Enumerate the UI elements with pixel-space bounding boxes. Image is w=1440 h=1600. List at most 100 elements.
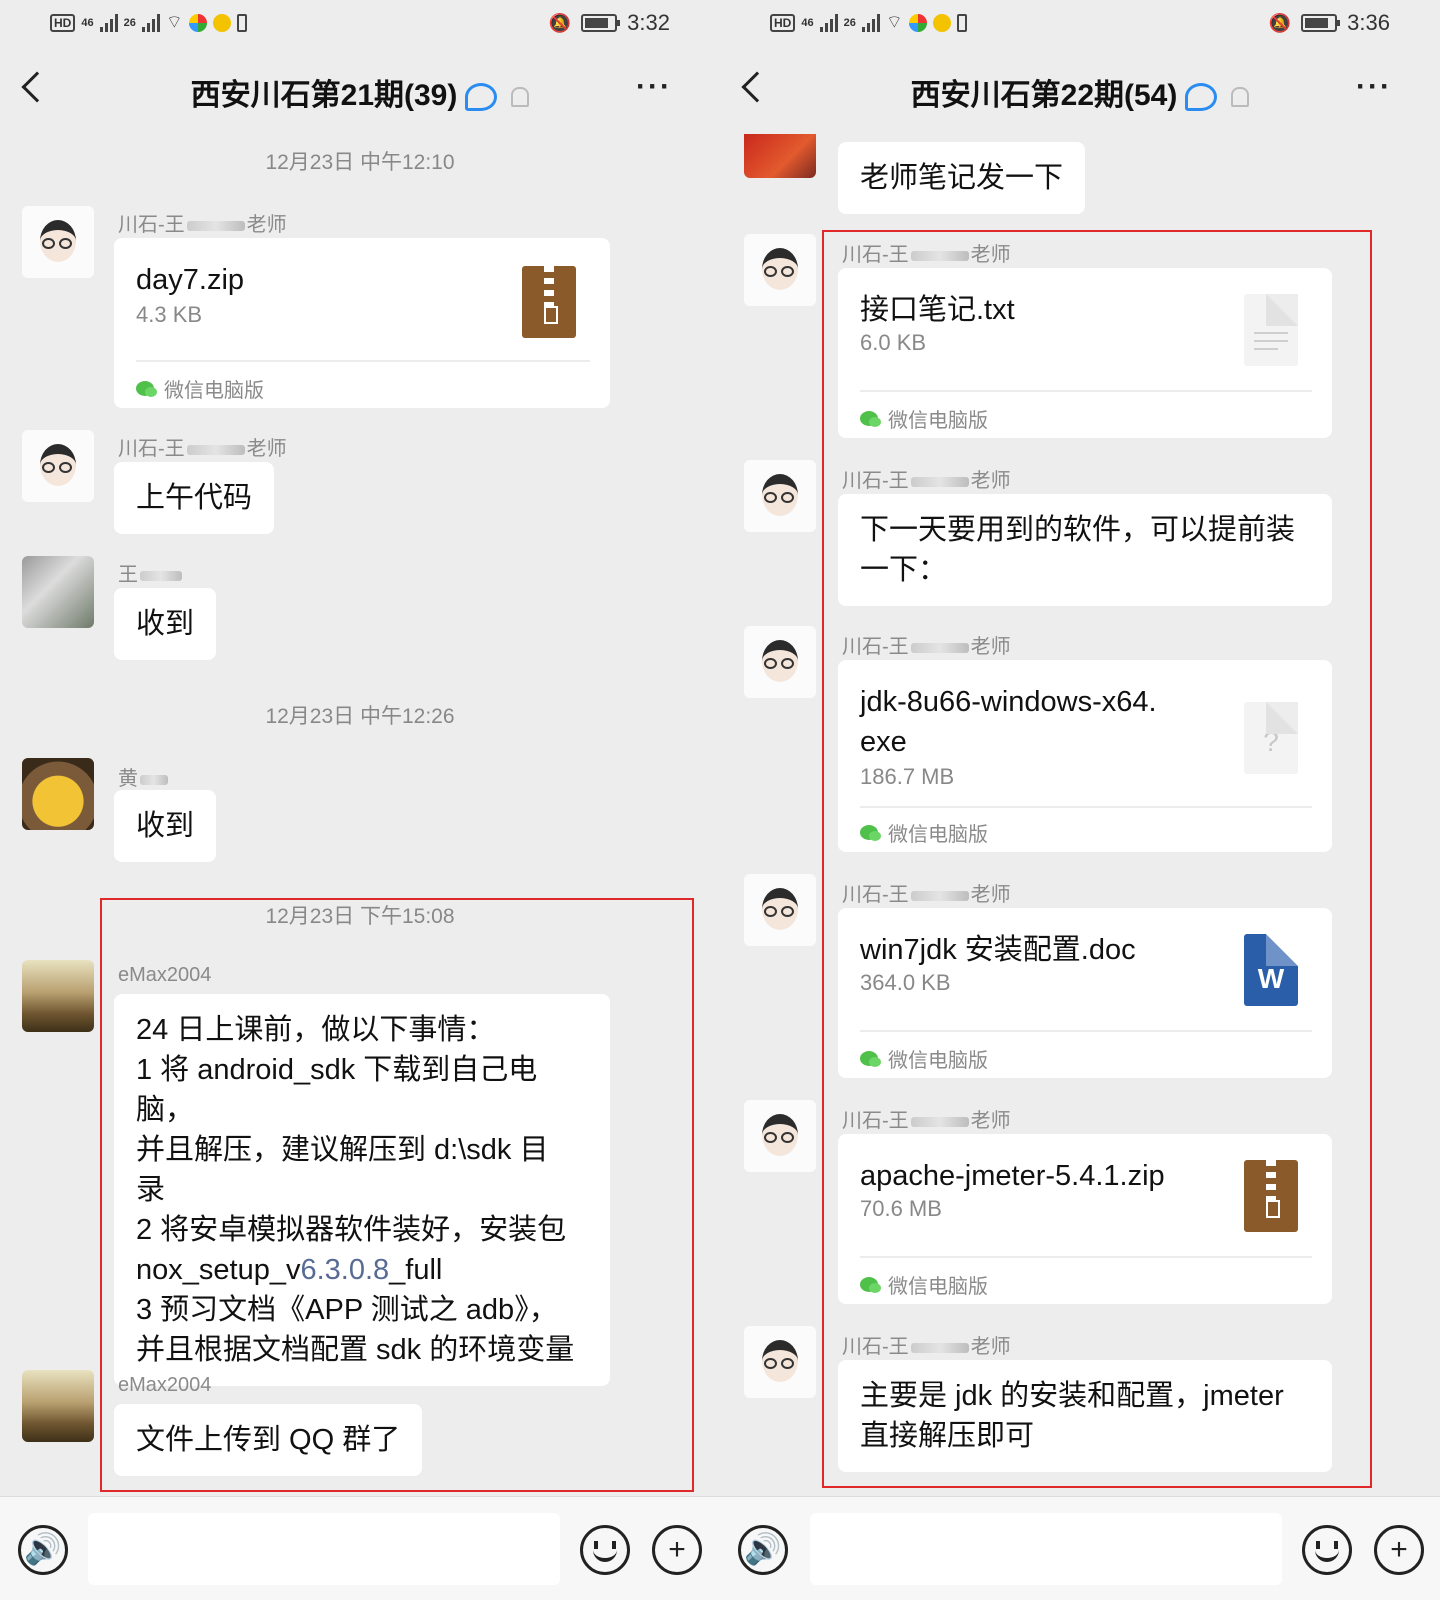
sender-name: 川石-王 老师: [842, 470, 1011, 492]
text-message[interactable]: 老师笔记发一下: [838, 142, 1086, 214]
avatar[interactable]: [22, 758, 94, 830]
file-source: 微信电脑版: [860, 818, 988, 847]
text-file-icon: [1244, 294, 1298, 366]
status-bar: HD 46 26 ⌔ 🔕 3:36: [720, 0, 1440, 48]
more-menu-button[interactable]: ···: [636, 70, 672, 104]
text-message[interactable]: 主要是 jdk 的安装和配置，jmeter 直接解压即可: [838, 1360, 1332, 1472]
message-input[interactable]: [88, 1513, 560, 1585]
voice-icon[interactable]: 🔊: [18, 1525, 68, 1575]
file-name: win7jdk 安装配置.doc: [860, 934, 1136, 966]
sender-name: 黄: [118, 762, 170, 791]
more-menu-button[interactable]: ···: [1356, 70, 1392, 104]
battery-saver-icon: [956, 13, 967, 32]
hd-badge: HD: [50, 13, 76, 32]
chat-title: 西安川石第21期(39): [0, 70, 720, 114]
avatar[interactable]: [22, 556, 94, 628]
voice-icon[interactable]: 🔊: [738, 1525, 788, 1575]
timestamp: 12月23日 中午12:26: [265, 705, 455, 728]
plus-icon[interactable]: +: [652, 1525, 702, 1575]
avatar[interactable]: [744, 234, 816, 306]
signal-icon: [819, 13, 838, 32]
avatar[interactable]: [744, 626, 816, 698]
network-label: 26: [843, 16, 856, 29]
timestamp: 12月23日 下午15:08: [265, 905, 455, 928]
file-source: 微信电脑版: [860, 404, 988, 433]
sender-name: 川石-王 老师: [842, 636, 1011, 658]
divider: [860, 390, 1312, 392]
emoji-icon[interactable]: [1302, 1525, 1352, 1575]
avatar[interactable]: [744, 134, 816, 178]
mute-icon: 🔕: [548, 12, 572, 33]
app-notify-icon: [908, 13, 927, 32]
chat-title-text: 西安川石第22期(54): [910, 79, 1178, 112]
file-source: 微信电脑版: [860, 1044, 988, 1073]
qq-group-icon: [465, 83, 498, 112]
word-file-icon: W: [1244, 934, 1298, 1006]
text-message[interactable]: 收到: [114, 790, 217, 862]
sender-name: 王: [118, 558, 184, 587]
avatar[interactable]: [22, 960, 94, 1032]
file-name: apache-jmeter-5.4.1.zip: [860, 1160, 1165, 1192]
battery-icon: [581, 14, 621, 32]
file-size: 6.0 KB: [860, 330, 927, 355]
input-bar: 🔊 +: [720, 1496, 1440, 1600]
text-message[interactable]: 上午代码: [114, 462, 275, 534]
avatar[interactable]: [22, 206, 94, 278]
wechat-icon: [860, 825, 881, 841]
file-message[interactable]: day7.zip 4.3 KB 微信电脑版: [114, 238, 610, 408]
plus-icon[interactable]: +: [1374, 1525, 1424, 1575]
app-notify-icon: [188, 13, 207, 32]
wechat-icon: [136, 381, 157, 397]
input-bar: 🔊 +: [0, 1496, 720, 1600]
divider: [860, 806, 1312, 808]
file-name: 接口笔记.txt: [860, 294, 1015, 326]
wifi-icon: ⌔: [885, 12, 903, 32]
file-size: 70.6 MB: [860, 1196, 942, 1221]
network-label: 46: [81, 16, 94, 29]
network-label: 26: [123, 16, 136, 29]
divider: [860, 1030, 1312, 1032]
link-number[interactable]: 6.3.0.8: [300, 1254, 389, 1286]
file-name: day7.zip: [136, 264, 245, 296]
sender-name: eMax2004: [118, 964, 212, 986]
file-message[interactable]: jdk-8u66-windows-x64. exe 186.7 MB ? 微信电脑…: [838, 660, 1332, 852]
avatar[interactable]: [744, 460, 816, 532]
sender-name: eMax2004: [118, 1374, 212, 1396]
mute-bell-icon: [511, 87, 530, 108]
avatar[interactable]: [744, 874, 816, 946]
sender-name: 川石-王 老师: [118, 214, 287, 236]
text-message[interactable]: 24 日上课前，做以下事情： 1 将 android_sdk 下载到自己电脑， …: [114, 994, 610, 1386]
chat-title-text: 西安川石第21期(39): [190, 79, 458, 112]
zip-file-icon: [1244, 1160, 1298, 1232]
avatar[interactable]: [22, 430, 94, 502]
mute-bell-icon: [1231, 87, 1250, 108]
mute-icon: 🔕: [1268, 12, 1292, 33]
message-input[interactable]: [810, 1513, 1282, 1585]
divider: [136, 360, 590, 362]
file-source: 微信电脑版: [136, 374, 264, 403]
clock: 3:36: [1347, 10, 1390, 35]
text-message[interactable]: 文件上传到 QQ 群了: [114, 1404, 423, 1476]
wechat-icon: [860, 1277, 881, 1293]
avatar[interactable]: [744, 1100, 816, 1172]
network-label: 46: [801, 16, 814, 29]
file-message[interactable]: apache-jmeter-5.4.1.zip 70.6 MB 微信电脑版: [838, 1134, 1332, 1304]
sender-name: 川石-王 老师: [842, 244, 1011, 266]
status-bar: HD 46 26 ⌔ 🔕 3:32: [0, 0, 720, 48]
wifi-icon: ⌔: [165, 12, 183, 32]
file-size: 364.0 KB: [860, 970, 951, 995]
file-message[interactable]: 接口笔记.txt 6.0 KB 微信电脑版: [838, 268, 1332, 438]
file-message[interactable]: win7jdk 安装配置.doc 364.0 KB W 微信电脑版: [838, 908, 1332, 1078]
text-message[interactable]: 收到: [114, 588, 217, 660]
hd-badge: HD: [770, 13, 796, 32]
app-notify-icon: [212, 13, 231, 32]
nav-bar: 西安川石第21期(39) ···: [0, 56, 720, 126]
text-message[interactable]: 下一天要用到的软件，可以提前装 一下：: [838, 494, 1332, 606]
avatar[interactable]: [744, 1326, 816, 1398]
wechat-icon: [860, 1051, 881, 1067]
battery-saver-icon: [236, 13, 247, 32]
avatar[interactable]: [22, 1370, 94, 1442]
clock: 3:32: [627, 10, 670, 35]
emoji-icon[interactable]: [580, 1525, 630, 1575]
sender-name: 川石-王 老师: [842, 884, 1011, 906]
